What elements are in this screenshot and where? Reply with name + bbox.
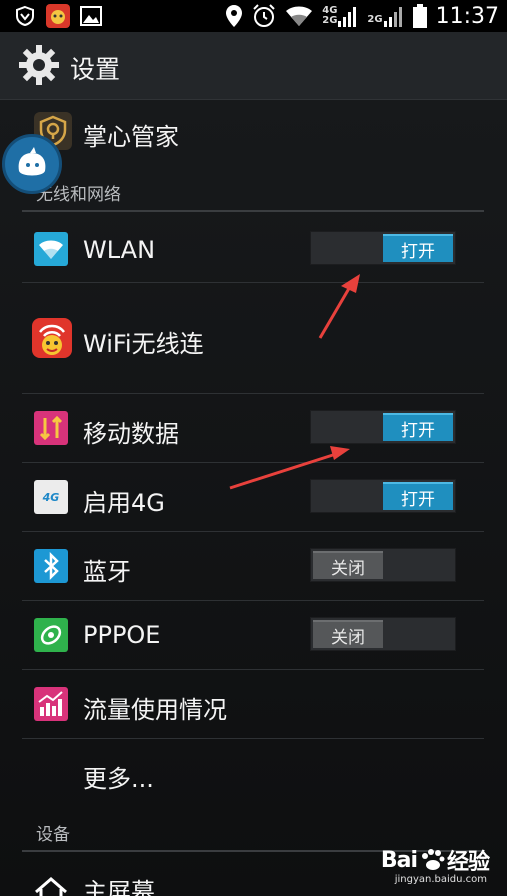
toggle-knob: 打开 (383, 413, 453, 441)
action-bar: 设置 (0, 32, 507, 100)
settings-item-label: 移动数据 (83, 420, 179, 448)
settings-item-more[interactable]: 更多... (0, 739, 507, 807)
settings-item-wlan[interactable]: WLAN 打开 (0, 212, 507, 282)
wifi-connect-app-icon (32, 318, 72, 358)
4g-icon-text: 4G (42, 490, 60, 504)
settings-item-pppoe[interactable]: PPPOE 关闭 (0, 601, 507, 669)
enable-4g-toggle[interactable]: 打开 (310, 479, 456, 513)
watermark-url: jingyan.baidu.com (394, 874, 487, 885)
bluetooth-toggle[interactable]: 关闭 (310, 548, 456, 582)
signal-icon (338, 7, 357, 27)
settings-item-label: 流量使用情况 (83, 696, 227, 724)
watermark-logo-suffix: 经验 (446, 850, 490, 875)
settings-item-label: PPPOE (83, 621, 161, 649)
watermark-logo-text: Bai (380, 847, 418, 873)
status-bar: 4G 2G 2G 11:37 (0, 0, 507, 32)
settings-item-label: WLAN (83, 236, 156, 264)
settings-item-enable-4g[interactable]: 4G 启用4G 打开 (0, 463, 507, 531)
toggle-knob: 关闭 (313, 620, 383, 648)
app-notification-icon (46, 4, 70, 28)
clock: 11:37 (435, 3, 499, 29)
settings-list: 掌心管家 无线和网络 WLAN 打开 WiFi无线连 移动数据 打开 4G 启用… (0, 100, 507, 896)
watermark: Bai 经验 jingyan.baidu.com (380, 844, 490, 886)
settings-item-label: 主屏幕 (83, 878, 155, 896)
wifi-icon (34, 232, 68, 266)
home-icon (35, 877, 67, 896)
settings-item-label: WiFi无线连 (83, 330, 204, 358)
pppoe-toggle[interactable]: 关闭 (310, 617, 456, 651)
image-icon (80, 6, 102, 26)
section-header-device: 设备 (36, 825, 70, 845)
4g-icon: 4G (34, 480, 68, 514)
settings-item-label: 更多... (83, 765, 154, 793)
settings-item-data-usage[interactable]: 流量使用情况 (0, 670, 507, 738)
network-type-bottom: 2G (322, 15, 338, 26)
bluetooth-icon (34, 549, 68, 583)
shield-icon (16, 5, 34, 27)
floating-assistant-bubble[interactable] (2, 134, 62, 194)
location-icon (226, 5, 243, 27)
settings-item-label: 掌心管家 (83, 123, 179, 151)
battery-icon (412, 4, 427, 28)
paw-icon (421, 849, 445, 870)
signal-icon (383, 7, 402, 27)
network-type-secondary: 2G (367, 14, 383, 25)
alarm-icon (253, 4, 275, 27)
page-title: 设置 (70, 55, 121, 84)
settings-gear-icon[interactable] (18, 44, 60, 86)
settings-item-label: 启用4G (83, 489, 165, 517)
pppoe-icon (34, 618, 68, 652)
toggle-knob: 打开 (383, 482, 453, 510)
wlan-toggle[interactable]: 打开 (310, 231, 456, 265)
toggle-knob: 关闭 (313, 551, 383, 579)
mobile-data-icon (34, 411, 68, 445)
assistant-face-icon (18, 147, 46, 176)
mobile-data-toggle[interactable]: 打开 (310, 410, 456, 444)
wifi-icon (286, 6, 313, 26)
settings-item-wifi-connect[interactable]: WiFi无线连 (0, 283, 507, 393)
settings-item-guard[interactable]: 掌心管家 (0, 100, 507, 164)
toggle-knob: 打开 (383, 234, 453, 262)
data-usage-chart-icon (34, 687, 68, 721)
settings-item-label: 蓝牙 (83, 558, 131, 586)
settings-item-bluetooth[interactable]: 蓝牙 关闭 (0, 532, 507, 600)
settings-item-mobile-data[interactable]: 移动数据 打开 (0, 394, 507, 462)
